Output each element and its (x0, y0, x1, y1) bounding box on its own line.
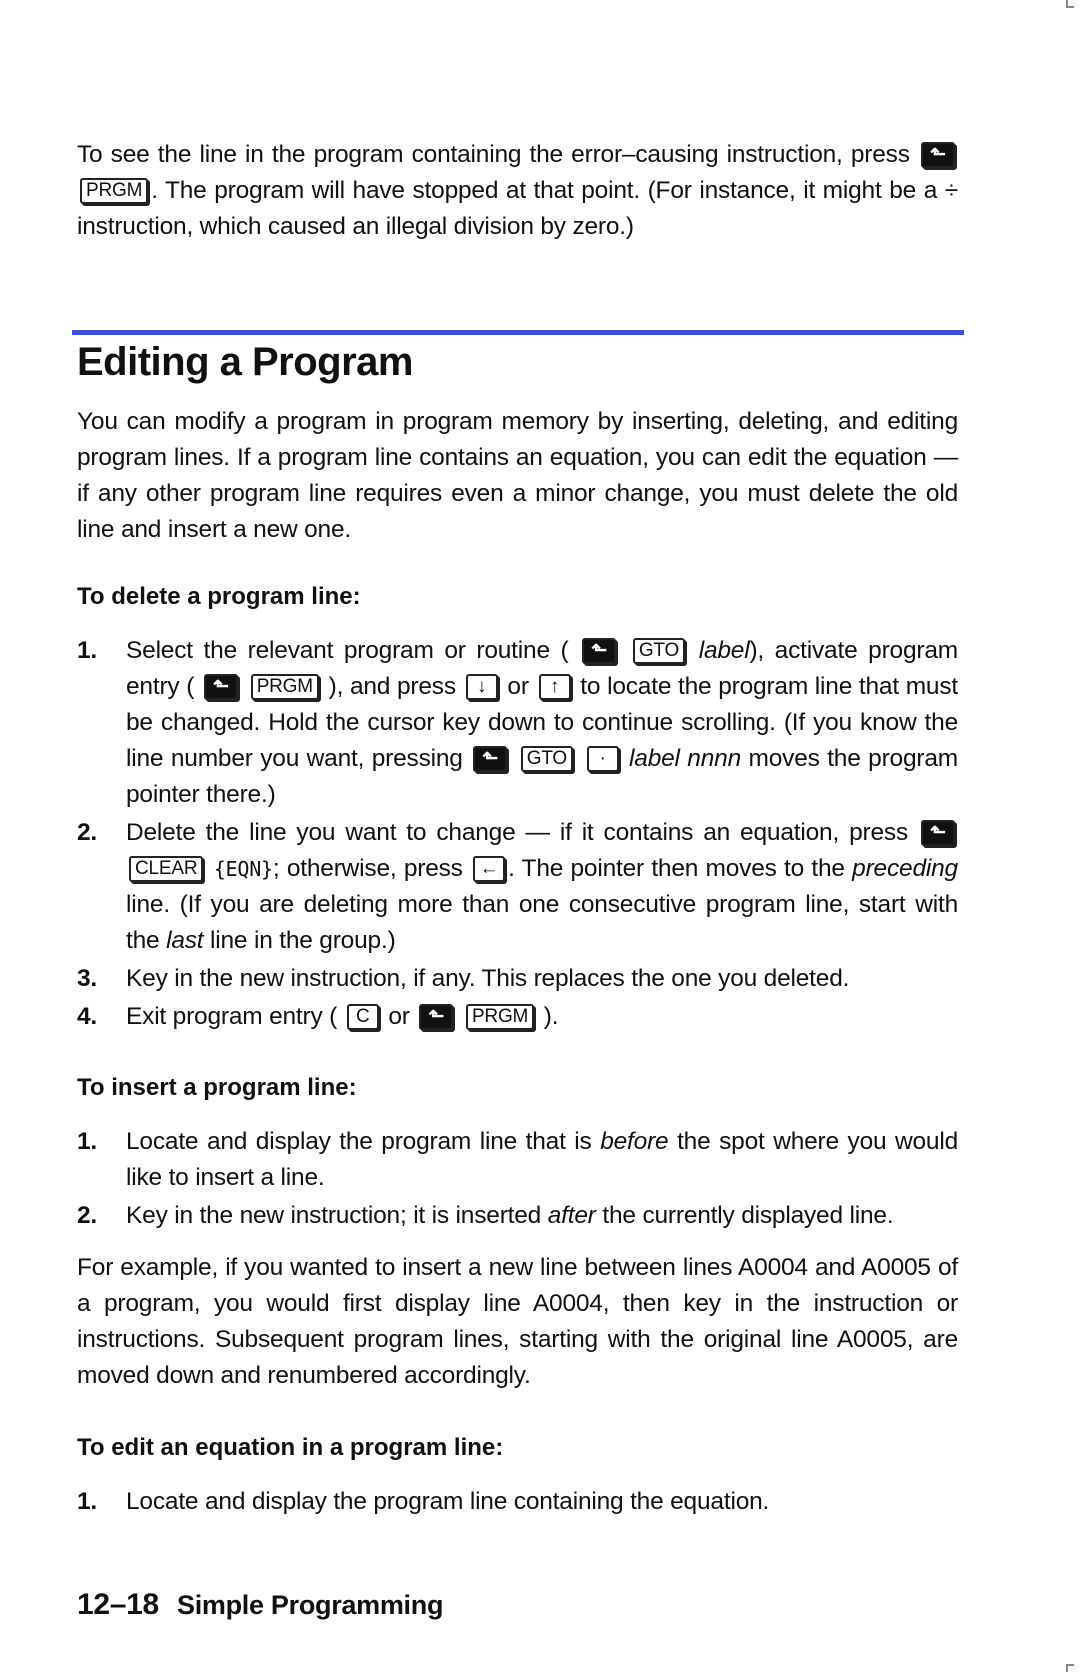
gto-key-icon: GTO (632, 638, 686, 664)
clear-key-icon: CLEAR (129, 856, 204, 882)
edit-step-1: 1. Locate and display the program line c… (77, 1484, 958, 1520)
edit-heading: To edit an equation in a program line: (77, 1434, 504, 1461)
gto-key-icon: GTO (520, 746, 573, 772)
crop-mark-top-right (1066, 0, 1074, 8)
emphasis-text: before (600, 1128, 669, 1155)
emphasis-text: preceding (852, 855, 958, 882)
prgm-key-icon: PRGM (250, 674, 319, 700)
delete-section: To delete a program line: (77, 579, 958, 615)
page-number: 12–18 (77, 1588, 159, 1621)
c-key-icon: C (346, 1004, 379, 1030)
crop-mark-bottom-right (1066, 1664, 1074, 1672)
step-text: or (507, 673, 529, 700)
intro-paragraph: To see the line in the program containin… (77, 137, 958, 245)
label-placeholder: label (698, 637, 750, 664)
delete-step-4: 4. Exit program entry ( C or ⬑ PRGM ). (77, 999, 958, 1035)
edit-section: To edit an equation in a program line: (77, 1430, 958, 1466)
prgm-key-icon: PRGM (465, 1004, 535, 1030)
step-text: Exit program entry ( (126, 1003, 338, 1030)
down-arrow-key-icon: ↓ (465, 674, 498, 700)
step-text: Locate and display the program line cont… (126, 1488, 770, 1515)
shift-key-icon: ⬑ (582, 638, 617, 664)
prgm-key-icon: PRGM (80, 178, 149, 204)
step-text: Key in the new instruction; it is insert… (126, 1202, 542, 1229)
shift-key-icon: ⬑ (921, 820, 956, 846)
shift-key-icon: ⬑ (921, 142, 956, 168)
shift-key-icon: ⬑ (473, 746, 508, 772)
step-text: ). (543, 1003, 559, 1030)
section-rule (72, 330, 964, 335)
step-number: 2. (77, 1202, 98, 1229)
step-number: 4. (77, 1003, 98, 1030)
step-text: the currently displayed line. (602, 1202, 894, 1229)
step-text: ; otherwise, press (272, 855, 463, 882)
intro-text-a: To see the line in the program containin… (77, 141, 910, 168)
step-number: 2. (77, 819, 98, 846)
emphasis-text: last (166, 927, 204, 954)
delete-step-3: 3. Key in the new instruction, if any. T… (77, 961, 958, 997)
section-intro: You can modify a program in program memo… (77, 404, 958, 548)
step-text: line in the group.) (210, 927, 396, 954)
step-text: Select the relevant program or routine ( (126, 637, 569, 664)
step-number: 1. (77, 1128, 98, 1155)
section-title: Editing a Program (77, 340, 414, 384)
intro-text-b: . The program will have stopped at that … (77, 177, 958, 240)
insert-step-1: 1. Locate and display the program line t… (77, 1124, 958, 1196)
page-footer: 12–18 Simple Programming (77, 1588, 443, 1622)
shift-key-icon: ⬑ (203, 674, 238, 700)
step-number: 3. (77, 965, 98, 992)
emphasis-text: after (547, 1202, 596, 1229)
backspace-key-icon: ← (473, 856, 506, 882)
insert-example-text: For example, if you wanted to insert a n… (77, 1254, 958, 1389)
up-arrow-key-icon: ↑ (538, 674, 571, 700)
section-intro-text: You can modify a program in program memo… (77, 408, 958, 543)
shift-key-icon: ⬑ (419, 1004, 454, 1030)
label-nnnn-placeholder: label nnnn (629, 745, 742, 772)
step-number: 1. (77, 1488, 98, 1515)
step-text: Key in the new instruction, if any. This… (126, 965, 850, 992)
eqn-softkey: {EQN} (213, 857, 273, 881)
step-text: Locate and display the program line that… (126, 1128, 592, 1155)
insert-example: For example, if you wanted to insert a n… (77, 1250, 958, 1394)
delete-step-2: 2. Delete the line you want to change — … (77, 815, 958, 959)
insert-step-2: 2. Key in the new instruction; it is ins… (77, 1198, 958, 1234)
insert-steps: 1. Locate and display the program line t… (77, 1124, 958, 1236)
insert-section: To insert a program line: (77, 1070, 958, 1106)
step-text: ), and press (328, 673, 456, 700)
step-text: . The pointer then moves to the (508, 855, 845, 882)
chapter-name: Simple Programming (176, 1590, 444, 1620)
decimal-point-key-icon: · (586, 746, 619, 772)
delete-steps: 1. Select the relevant program or routin… (77, 633, 958, 1037)
step-text: Delete the line you want to change — if … (126, 819, 908, 846)
delete-step-1: 1. Select the relevant program or routin… (77, 633, 958, 813)
delete-heading: To delete a program line: (77, 583, 361, 610)
step-number: 1. (77, 637, 98, 664)
edit-steps: 1. Locate and display the program line c… (77, 1484, 958, 1522)
step-text: or (388, 1003, 410, 1030)
insert-heading: To insert a program line: (77, 1074, 357, 1101)
